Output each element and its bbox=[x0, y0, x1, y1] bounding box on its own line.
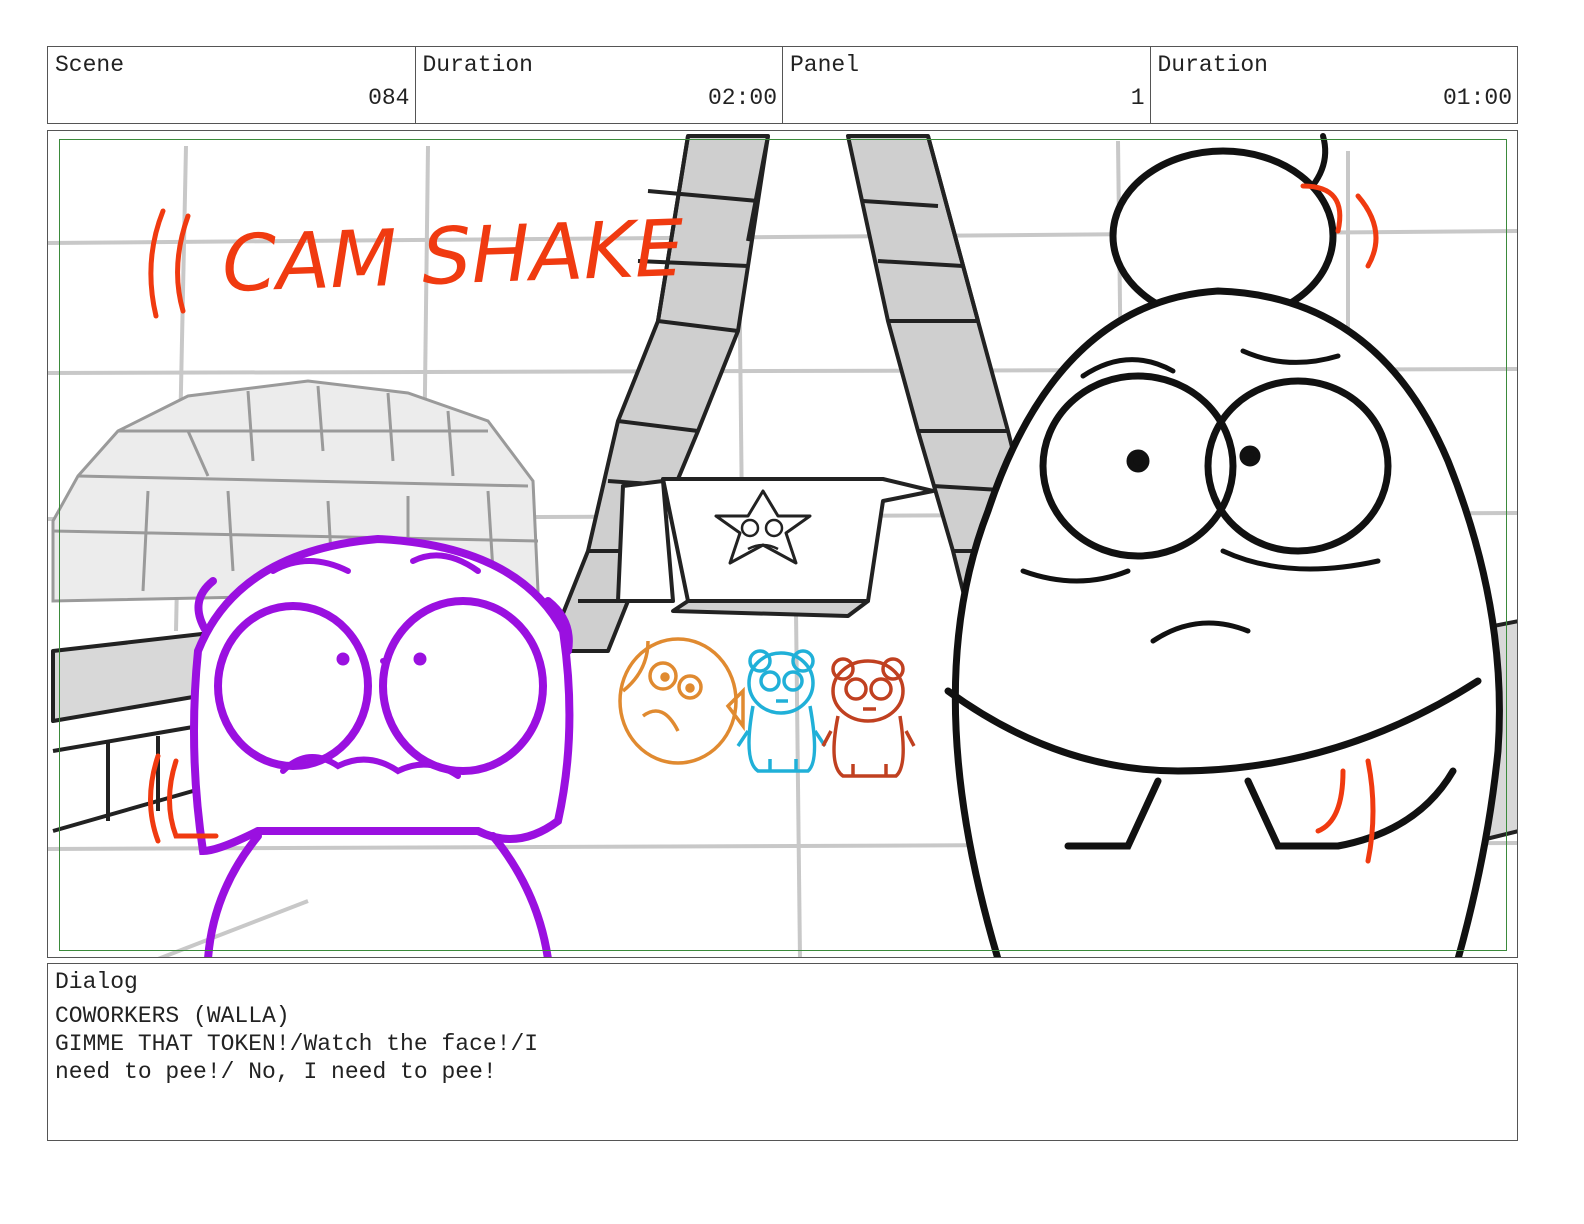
cyan-bear-character bbox=[736, 649, 827, 773]
dialog-label: Dialog bbox=[55, 969, 138, 995]
storyboard-panel: CAM SHAKE bbox=[47, 130, 1518, 958]
scene-duration-label: Duration bbox=[422, 52, 533, 78]
dialog-line: COWORKERS (WALLA) bbox=[55, 1003, 290, 1029]
purple-bear-character bbox=[190, 534, 574, 957]
panel-duration-cell: Duration 01:00 bbox=[1151, 47, 1518, 123]
scene-label: Scene bbox=[55, 52, 125, 78]
panel-cell: Panel 1 bbox=[783, 47, 1151, 123]
token-box bbox=[616, 477, 935, 618]
dialog-box: Dialog COWORKERS (WALLA) GIMME THAT TOKE… bbox=[47, 963, 1518, 1141]
scene-duration-value: 02:00 bbox=[707, 85, 777, 111]
scene-cell: Scene 084 bbox=[48, 47, 416, 123]
white-egg-character bbox=[944, 133, 1503, 957]
panel-label: Panel bbox=[790, 52, 860, 78]
panel-duration-value: 01:00 bbox=[1442, 85, 1512, 111]
dialog-line: need to pee!/ No, I need to pee! bbox=[55, 1059, 497, 1085]
dialog-line: GIMME THAT TOKEN!/Watch the face!/I bbox=[55, 1031, 539, 1057]
panel-drawing: CAM SHAKE bbox=[48, 133, 1517, 957]
dialog-text: COWORKERS (WALLA) GIMME THAT TOKEN!/Watc… bbox=[55, 1002, 538, 1086]
orange-fish-character bbox=[618, 637, 745, 765]
panel-duration-label: Duration bbox=[1157, 52, 1268, 78]
scene-duration-cell: Duration 02:00 bbox=[416, 47, 783, 123]
scene-value: 084 bbox=[368, 85, 410, 111]
rust-bear-character bbox=[821, 657, 916, 778]
panel-value: 1 bbox=[1130, 85, 1145, 111]
scene-info-header: Scene 084 Duration 02:00 Panel 1 Duratio… bbox=[47, 46, 1518, 124]
cam-shake-annotation: CAM SHAKE bbox=[221, 204, 686, 310]
